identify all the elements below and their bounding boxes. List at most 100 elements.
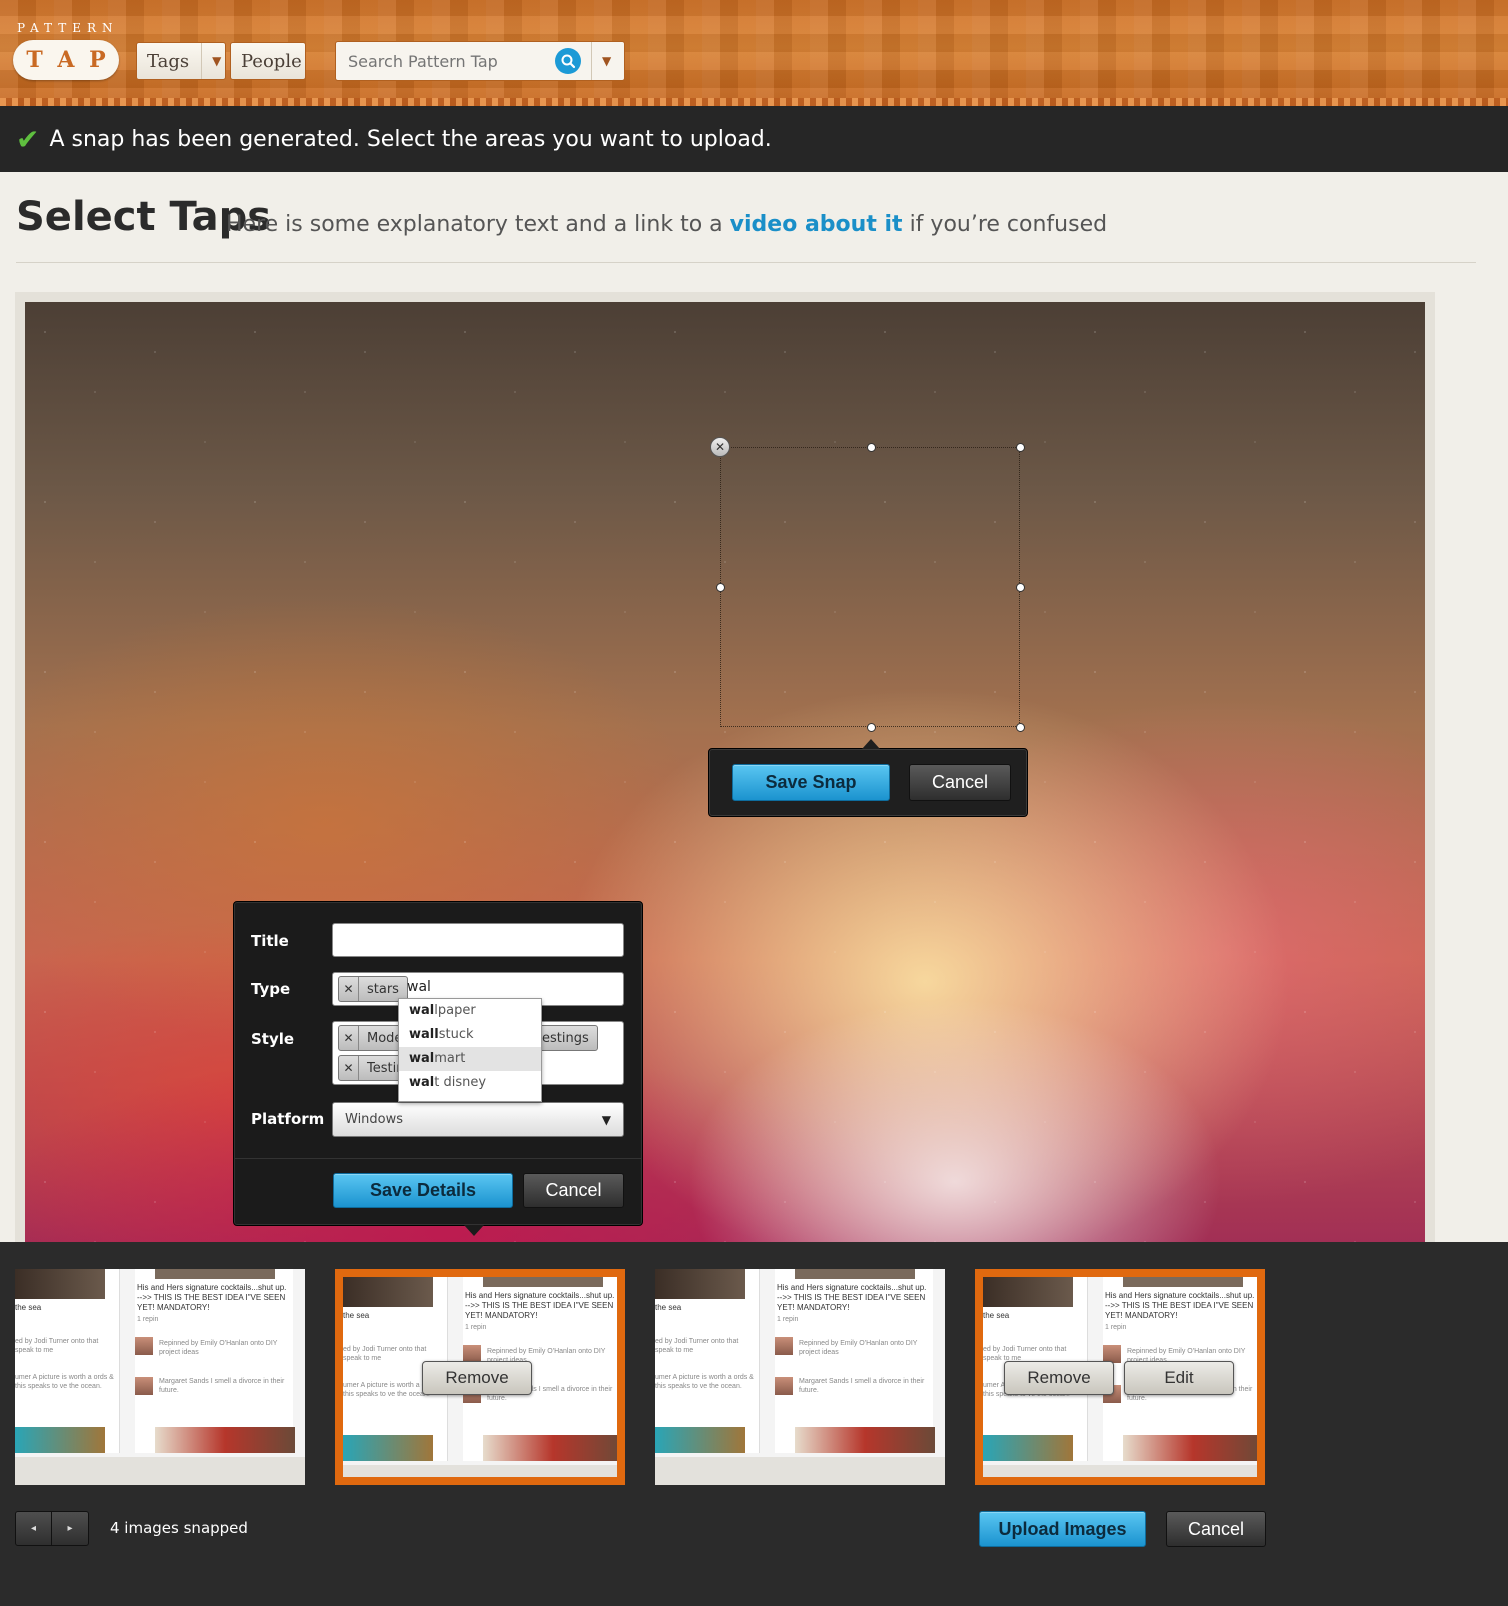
search-box: ▼ <box>335 41 625 81</box>
cancel-details-button[interactable]: Cancel <box>523 1173 624 1208</box>
selection-box[interactable] <box>720 447 1020 727</box>
thumb-photo <box>795 1427 935 1453</box>
search-input[interactable] <box>336 51 551 71</box>
thumb-photo <box>15 1269 105 1299</box>
thumb-photo <box>483 1277 603 1287</box>
thumb-comment: Margaret Sands I smell a divorce in thei… <box>159 1378 285 1394</box>
thumb-footer <box>343 1465 617 1477</box>
resize-handle-right[interactable] <box>1016 583 1025 592</box>
logo-letter-a: A <box>57 47 75 73</box>
pager: ◂ ▸ <box>15 1511 89 1546</box>
success-notice: ✔ A snap has been generated. Select the … <box>0 106 1508 172</box>
chevron-down-icon[interactable]: ▼ <box>591 42 611 80</box>
close-icon[interactable]: ✕ <box>710 437 730 457</box>
thumb-comment: Margaret Sands I smell a divorce in thei… <box>799 1378 925 1394</box>
platform-label: Platform <box>251 1110 325 1128</box>
thumbnail-preview: the sea ed by Jodi Turner onto that speak… <box>15 1269 305 1485</box>
search-icon[interactable] <box>555 48 581 74</box>
thumb-repin: 1 repin <box>465 1324 487 1331</box>
thumb-caption: the sea <box>983 1311 1010 1320</box>
thumb-post-title: His and Hers signature cocktails...shut … <box>1105 1291 1255 1320</box>
autocomplete-option[interactable]: walt disney <box>399 1071 541 1095</box>
thumb-post-title: His and Hers signature cocktails...shut … <box>465 1291 615 1320</box>
thumb-caption: the sea <box>15 1303 42 1312</box>
resize-handle-bottom-right[interactable] <box>1016 723 1025 732</box>
thumb-quote: umer A picture is worth a ords & this sp… <box>15 1374 114 1390</box>
thumb-caption: the sea <box>655 1303 682 1312</box>
type-label: Type <box>251 980 291 998</box>
remove-button[interactable]: Remove <box>1004 1361 1114 1395</box>
thumb-footer <box>983 1465 1257 1477</box>
autocomplete-option[interactable]: wallstuck <box>399 1023 541 1047</box>
remove-tag-icon[interactable]: ✕ <box>339 977 359 1001</box>
resize-handle-top[interactable] <box>867 443 876 452</box>
platform-select[interactable]: Windows ▼ <box>332 1102 624 1137</box>
thumb-quote: umer A picture is worth a ords & this sp… <box>655 1374 754 1390</box>
thumb-photo <box>343 1435 433 1461</box>
thumb-pinned-by: ed by Jodi Turner onto that speak to me <box>655 1338 739 1354</box>
thumb-photo <box>983 1277 1073 1307</box>
upload-images-button[interactable]: Upload Images <box>979 1511 1146 1547</box>
typed-text: wal <box>407 979 431 995</box>
people-button[interactable]: People <box>230 42 306 80</box>
remove-button[interactable]: Remove <box>422 1361 532 1395</box>
description-before: Here is some explanatory text and a link… <box>226 212 730 237</box>
snapped-images-tray: the sea ed by Jodi Turner onto that speak… <box>0 1242 1508 1606</box>
thumb-footer <box>655 1457 945 1485</box>
resize-handle-top-right[interactable] <box>1016 443 1025 452</box>
thumb-post-title: His and Hers signature cocktails...shut … <box>137 1283 287 1312</box>
prev-arrow-icon[interactable]: ◂ <box>16 1512 52 1545</box>
save-snap-button[interactable]: Save Snap <box>732 764 890 801</box>
avatar <box>775 1377 793 1395</box>
resize-handle-left[interactable] <box>716 583 725 592</box>
thumb-column: His and Hers signature cocktails...shut … <box>135 1269 293 1453</box>
notice-text: A snap has been generated. Select the ar… <box>49 126 772 152</box>
thumb-photo <box>1123 1277 1243 1287</box>
thumb-repin: 1 repin <box>777 1316 799 1323</box>
cancel-upload-button[interactable]: Cancel <box>1166 1511 1266 1547</box>
avatar <box>135 1337 153 1355</box>
remove-tag-icon[interactable]: ✕ <box>339 1056 359 1080</box>
autocomplete-option[interactable]: wallpaper <box>399 999 541 1023</box>
style-label: Style <box>251 1030 295 1048</box>
tags-menu-button[interactable]: Tags ▼ <box>136 42 226 80</box>
thumb-caption: the sea <box>343 1311 370 1320</box>
thumb-photo <box>155 1269 275 1279</box>
thumb-photo <box>655 1427 745 1453</box>
divider <box>234 1158 642 1159</box>
logo[interactable]: T A P <box>13 40 119 80</box>
page-description: Here is some explanatory text and a link… <box>226 212 1107 237</box>
cancel-snap-button[interactable]: Cancel <box>909 764 1011 801</box>
tag-chip: estings <box>533 1025 598 1051</box>
thumb-photo <box>1123 1435 1257 1461</box>
tag-label: stars <box>367 981 399 997</box>
chevron-down-icon: ▼ <box>601 1113 611 1127</box>
thumb-repinned-by: Repinned by Emily O'Hanlan onto DIY proj… <box>799 1340 918 1356</box>
thumb-column: His and Hers signature cocktails...shut … <box>775 1269 933 1453</box>
thumb-column: the sea ed by Jodi Turner onto that speak… <box>15 1269 120 1453</box>
tag-label: estings <box>542 1030 589 1046</box>
snapped-thumbnail[interactable]: the sea ed by Jodi Turner onto that speak… <box>15 1269 305 1485</box>
tags-label: Tags <box>147 50 190 72</box>
thumb-column: the sea ed by Jodi Turner onto that speak… <box>655 1269 760 1453</box>
edit-button[interactable]: Edit <box>1124 1361 1234 1395</box>
thumb-pinned-by: ed by Jodi Turner onto that speak to me <box>15 1338 99 1354</box>
remove-tag-icon[interactable]: ✕ <box>339 1026 359 1050</box>
chevron-down-icon[interactable]: ▼ <box>201 43 221 79</box>
thumb-repin: 1 repin <box>137 1316 159 1323</box>
title-label: Title <box>251 932 289 950</box>
thumbnail-preview: the sea ed by Jodi Turner onto that speak… <box>655 1269 945 1485</box>
thumb-photo <box>655 1269 745 1299</box>
thumb-repinned-by: Repinned by Emily O'Hanlan onto DIY proj… <box>159 1340 278 1356</box>
people-label: People <box>241 50 302 72</box>
autocomplete-option[interactable]: walmart <box>399 1047 541 1071</box>
video-link[interactable]: video about it <box>730 212 903 237</box>
title-field[interactable] <box>332 923 624 957</box>
next-arrow-icon[interactable]: ▸ <box>52 1512 88 1545</box>
resize-handle-bottom[interactable] <box>867 723 876 732</box>
snapped-thumbnail[interactable]: the sea ed by Jodi Turner onto that speak… <box>655 1269 945 1485</box>
thumb-photo <box>983 1435 1073 1461</box>
save-details-button[interactable]: Save Details <box>333 1173 513 1208</box>
thumb-repin: 1 repin <box>1105 1324 1127 1331</box>
thumb-photo <box>15 1427 105 1453</box>
